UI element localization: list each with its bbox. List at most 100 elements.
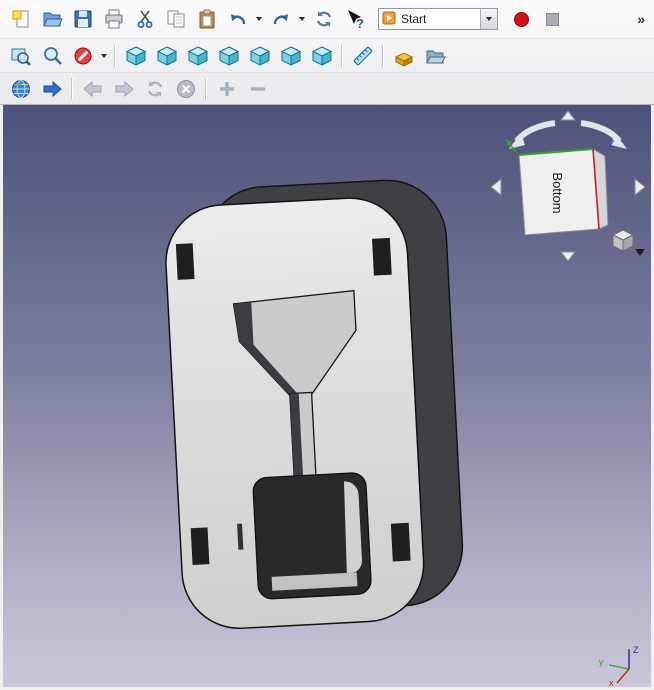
nav-back-button[interactable] (77, 74, 108, 104)
copy-icon (165, 8, 187, 30)
svg-text:?: ? (356, 16, 364, 30)
web-stop-button[interactable] (170, 74, 201, 104)
forward-arrow-icon (113, 78, 135, 100)
refresh-icon (313, 8, 335, 30)
scissors-icon (134, 8, 156, 30)
axis-y-label: y (599, 657, 604, 667)
3d-viewport[interactable]: Z Bottom Z y x (3, 105, 651, 687)
stop-x-icon (175, 78, 197, 100)
navcube-body[interactable]: Z Bottom (506, 139, 615, 235)
axonometric-view-button[interactable] (120, 41, 151, 71)
chevron-down-icon (299, 17, 305, 21)
front-view-button[interactable] (151, 41, 182, 71)
redo-button[interactable] (265, 4, 296, 34)
navcube-up-arrow[interactable] (561, 111, 575, 120)
navcube-menu-dropdown[interactable] (635, 249, 645, 256)
refresh-icon (144, 78, 166, 100)
nav-forward-button[interactable] (108, 74, 139, 104)
open-url-button[interactable] (36, 74, 67, 104)
left-view-button[interactable] (306, 41, 337, 71)
front-view-cube-icon (156, 45, 178, 67)
fit-all-icon (10, 45, 32, 67)
open-website-folder-button[interactable] (419, 41, 450, 71)
model-body[interactable] (162, 177, 466, 631)
navcube-settings-cube-icon[interactable] (613, 230, 633, 251)
record-circle-icon (514, 12, 529, 27)
right-view-button[interactable] (213, 41, 244, 71)
toolbar-separator (382, 45, 384, 67)
toolbar-overflow-chevron[interactable]: » (633, 11, 649, 27)
navcube-rotate-right-arrow[interactable] (581, 123, 627, 149)
workbench-selector[interactable]: Start (378, 8, 498, 30)
redo-arrow-icon (270, 8, 292, 30)
web-home-button[interactable] (5, 74, 36, 104)
undo-history-dropdown[interactable] (253, 4, 265, 34)
workbench-dropdown-button[interactable] (480, 9, 497, 29)
refresh-document-button[interactable] (308, 4, 339, 34)
navcube-left-arrow[interactable] (491, 179, 501, 195)
web-toolbar (0, 72, 654, 104)
zoom-out-button[interactable] (242, 74, 273, 104)
axis-x-label: x (609, 678, 614, 687)
right-view-cube-icon (218, 45, 240, 67)
start-part-icon (393, 45, 415, 67)
clipboard-icon (196, 8, 218, 30)
top-view-cube-icon (187, 45, 209, 67)
workbench-selected-label: Start (401, 12, 480, 26)
macro-record-button[interactable] (506, 4, 537, 34)
axis-z-label: Z (633, 645, 639, 655)
copy-button[interactable] (160, 4, 191, 34)
navcube-right-arrow[interactable] (635, 179, 645, 195)
toolbar-separator (114, 45, 116, 67)
draw-style-dropdown[interactable] (98, 41, 110, 71)
toolbar-separator (71, 78, 73, 100)
no-entry-icon (72, 45, 94, 67)
chevron-down-icon (101, 54, 107, 58)
chevron-down-icon (256, 17, 262, 21)
save-icon (72, 8, 94, 30)
view-toolbar (0, 38, 654, 72)
globe-icon (10, 78, 32, 100)
left-view-cube-icon (311, 45, 333, 67)
new-document-button[interactable] (5, 4, 36, 34)
new-document-icon (10, 8, 32, 30)
minus-icon (247, 78, 269, 100)
open-folder-icon (41, 8, 63, 30)
navcube-rotate-left-arrow[interactable] (509, 123, 555, 149)
printer-icon (103, 8, 125, 30)
chevron-down-icon (486, 17, 492, 21)
fit-all-button[interactable] (5, 41, 36, 71)
viewport-frame: Z Bottom Z y x (0, 105, 654, 690)
save-document-button[interactable] (67, 4, 98, 34)
open-document-button[interactable] (36, 4, 67, 34)
navigation-cube[interactable]: Z Bottom (487, 109, 649, 263)
undo-button[interactable] (222, 4, 253, 34)
bottom-view-button[interactable] (275, 41, 306, 71)
toolbar-separator (341, 45, 343, 67)
freecad-window: ? Start » (0, 0, 654, 690)
macro-stop-button[interactable] (537, 4, 568, 34)
plus-icon (216, 78, 238, 100)
redo-history-dropdown[interactable] (296, 4, 308, 34)
axonometric-cube-icon (125, 45, 147, 67)
measure-distance-button[interactable] (347, 41, 378, 71)
cut-button[interactable] (129, 4, 160, 34)
stop-square-icon (546, 13, 559, 26)
help-cursor-icon: ? (344, 8, 366, 30)
go-arrow-icon (41, 78, 63, 100)
paste-button[interactable] (191, 4, 222, 34)
draw-style-button[interactable] (67, 41, 98, 71)
navcube-face-label: Bottom (550, 172, 565, 213)
bottom-view-cube-icon (280, 45, 302, 67)
print-button[interactable] (98, 4, 129, 34)
zoom-in-button[interactable] (211, 74, 242, 104)
web-refresh-button[interactable] (139, 74, 170, 104)
navcube-down-arrow[interactable] (561, 252, 575, 261)
zoom-selection-button[interactable] (36, 41, 67, 71)
whats-this-button[interactable]: ? (339, 4, 370, 34)
workbench-icon (382, 11, 398, 27)
rear-view-button[interactable] (244, 41, 275, 71)
top-view-button[interactable] (182, 41, 213, 71)
start-page-button[interactable] (388, 41, 419, 71)
folder-icon (424, 45, 446, 67)
